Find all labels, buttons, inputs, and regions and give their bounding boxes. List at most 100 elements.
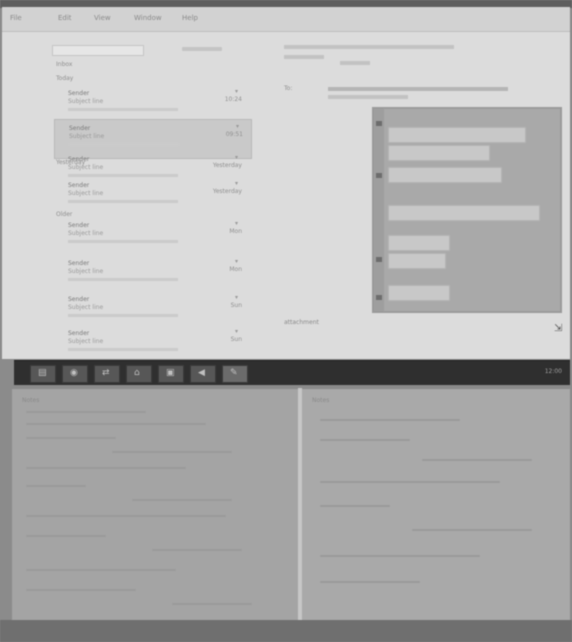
taskbar-app-button[interactable]: ✎ xyxy=(222,365,248,383)
bullet-icon xyxy=(376,257,382,262)
taskbar-app-button[interactable]: ◉ xyxy=(62,365,88,383)
preview-header-line xyxy=(340,61,370,65)
menu-view[interactable]: View xyxy=(94,14,111,22)
edit-icon: ✎ xyxy=(230,368,238,378)
taskbar-app-button[interactable]: ▤ xyxy=(30,365,56,383)
bullet-icon xyxy=(376,173,382,178)
media-icon: ▣ xyxy=(166,368,175,378)
message-date: Sun xyxy=(230,336,242,343)
folder-label: Inbox xyxy=(56,61,73,68)
message-row[interactable]: ▾ Sender Subject line Mon xyxy=(54,255,250,293)
embedded-list-item[interactable] xyxy=(388,205,540,221)
message-subject: Subject line xyxy=(68,338,104,345)
message-date: Mon xyxy=(229,228,242,235)
message-preview xyxy=(68,108,178,111)
taskbar-app-button[interactable]: ▣ xyxy=(158,365,184,383)
preview-header-line xyxy=(284,55,324,59)
paper-sheet-left: Notes xyxy=(12,389,298,637)
message-subject: Subject line xyxy=(69,133,105,140)
paper-title: Notes xyxy=(312,397,330,404)
message-preview xyxy=(68,348,178,351)
message-date: 10:24 xyxy=(224,96,242,103)
chevron-down-icon: ▾ xyxy=(234,220,238,227)
message-preview xyxy=(68,200,178,203)
embedded-list-item[interactable] xyxy=(388,127,526,143)
volume-icon: ◀ xyxy=(198,368,205,378)
menu-help[interactable]: Help xyxy=(182,14,198,22)
list-header-line xyxy=(182,47,222,51)
embedded-window-sidebar xyxy=(374,109,384,311)
message-from: Sender xyxy=(68,260,90,267)
preview-header-line xyxy=(284,45,454,49)
message-date: Mon xyxy=(229,266,242,273)
browser-icon: ◉ xyxy=(70,368,78,378)
embedded-list-item[interactable] xyxy=(388,253,446,269)
message-row[interactable]: ▾ Sender Subject line 10:24 xyxy=(54,85,250,123)
message-date: Yesterday xyxy=(212,162,242,169)
desk-edge xyxy=(0,620,572,642)
message-row[interactable]: ▾ Sender Subject line Sun xyxy=(54,291,250,329)
system-clock: 12:00 xyxy=(544,368,562,375)
message-date: 09:51 xyxy=(225,131,243,138)
taskbar: ▤ ◉ ⇄ ⌂ ▣ ◀ ✎ 12:00 xyxy=(14,360,570,385)
message-from: Sender xyxy=(68,182,90,189)
message-row[interactable]: ▾ Sender Subject line Sun xyxy=(54,325,250,359)
embedded-list-item[interactable] xyxy=(388,285,450,301)
recipient-line xyxy=(328,95,408,99)
home-icon: ⌂ xyxy=(134,368,140,378)
message-row[interactable]: ▾ Sender Subject line Yesterday xyxy=(54,177,250,215)
taskbar-app-button[interactable]: ⇄ xyxy=(94,365,120,383)
chevron-down-icon: ▾ xyxy=(234,154,238,161)
switch-icon: ⇄ xyxy=(102,368,110,378)
taskbar-app-button[interactable]: ⌂ xyxy=(126,365,152,383)
embedded-list-item[interactable] xyxy=(388,167,502,183)
chevron-down-icon: ▾ xyxy=(234,294,238,301)
window-icon: ▤ xyxy=(38,368,47,378)
message-preview-pane: To: attachment xyxy=(280,37,565,357)
menu-window[interactable]: Window xyxy=(134,14,162,22)
message-date: Yesterday xyxy=(212,188,242,195)
section-today: Today xyxy=(56,75,74,82)
search-input[interactable] xyxy=(52,45,144,56)
message-row[interactable]: ▾ Sender Subject line Mon xyxy=(54,217,250,255)
message-list-pane: Inbox Today ▾ Sender Subject line 10:24 … xyxy=(42,39,272,357)
paper-title: Notes xyxy=(22,397,40,404)
embedded-list-item[interactable] xyxy=(388,235,450,251)
message-subject: Subject line xyxy=(68,164,104,171)
chevron-down-icon: ▾ xyxy=(234,180,238,187)
chevron-down-icon: ▾ xyxy=(234,258,238,265)
bullet-icon xyxy=(376,295,382,300)
message-subject: Subject line xyxy=(68,190,104,197)
message-preview xyxy=(69,143,179,146)
message-preview xyxy=(68,314,178,317)
message-preview xyxy=(68,240,178,243)
menu-bar: File Edit View Window Help xyxy=(2,7,570,32)
chevron-down-icon: ▾ xyxy=(235,123,239,130)
embedded-window xyxy=(372,107,562,313)
chevron-down-icon: ▾ xyxy=(234,88,238,95)
recipient-line xyxy=(328,87,508,91)
monitor-screen: File Edit View Window Help Inbox Today ▾… xyxy=(2,7,570,359)
embedded-list-item[interactable] xyxy=(388,145,490,161)
bullet-icon xyxy=(376,121,382,126)
chevron-down-icon: ▾ xyxy=(234,328,238,335)
message-from: Sender xyxy=(68,330,90,337)
message-date: Sun xyxy=(230,302,242,309)
message-subject: Subject line xyxy=(68,304,104,311)
resize-icon[interactable]: ⇲ xyxy=(554,323,562,334)
message-preview xyxy=(68,278,178,281)
message-from: Sender xyxy=(68,296,90,303)
attachment-link[interactable]: attachment xyxy=(284,319,319,326)
message-subject: Subject line xyxy=(68,268,104,275)
menu-file[interactable]: File xyxy=(10,14,22,22)
message-from: Sender xyxy=(68,156,90,163)
recipient-label: To: xyxy=(284,85,293,92)
paper-sheet-right: Notes xyxy=(302,389,570,637)
menu-edit[interactable]: Edit xyxy=(58,14,72,22)
message-subject: Subject line xyxy=(68,98,104,105)
message-from: Sender xyxy=(68,90,90,97)
message-from: Sender xyxy=(68,222,90,229)
message-subject: Subject line xyxy=(68,230,104,237)
taskbar-app-button[interactable]: ◀ xyxy=(190,365,216,383)
message-from: Sender xyxy=(69,125,91,132)
